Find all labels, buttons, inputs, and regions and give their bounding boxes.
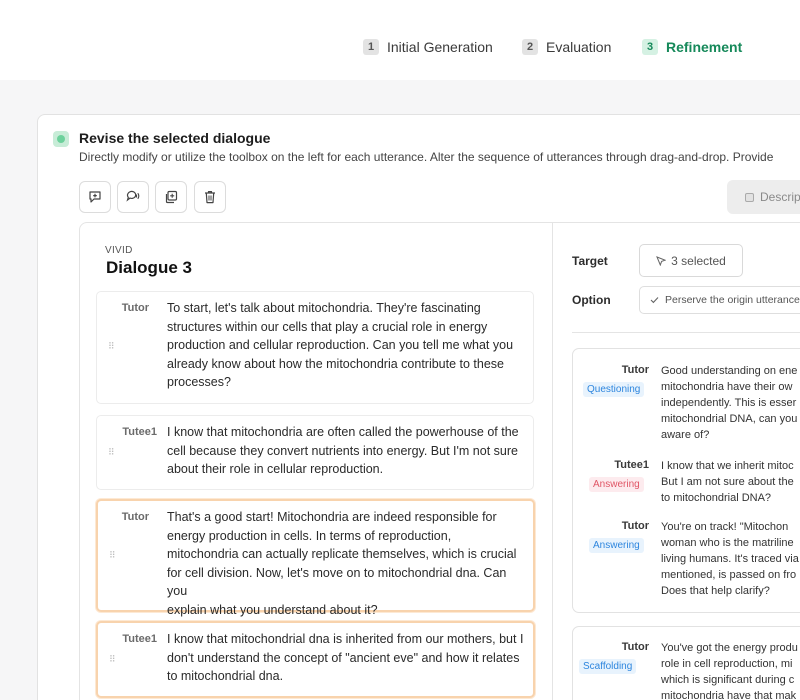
trash-icon [204, 190, 216, 204]
step-label: Evaluation [546, 39, 612, 55]
section-divider [572, 332, 800, 333]
drag-handle-icon[interactable]: ⠿ [109, 655, 116, 664]
turn-speaker: Tutor [621, 520, 649, 532]
target-select-value: 3 selected [671, 253, 726, 268]
step-evaluation[interactable]: 2 Evaluation [522, 39, 611, 55]
step-label: Refinement [666, 39, 743, 55]
utterance-text[interactable]: To start, let's talk about mitochondria.… [167, 299, 527, 392]
cursor-arrow-icon [656, 255, 667, 266]
top-bar: 1 Initial Generation 2 Evaluation 3 Refi… [0, 0, 800, 80]
duplicate-icon [164, 190, 178, 204]
utterance-text[interactable]: That's a good start! Mitochondria are in… [167, 508, 527, 620]
option-label: Option [572, 293, 611, 307]
turn-text: Good understanding on ene mitochondria h… [661, 365, 798, 441]
turn-text: You've got the energy produ role in cell… [661, 642, 798, 700]
turn-tag: Questioning [583, 382, 645, 397]
target-select-button[interactable]: 3 selected [639, 244, 743, 277]
utterance-text[interactable]: I know that mitochondria are often calle… [167, 423, 527, 479]
description-icon [745, 192, 754, 202]
option-select-value: Perserve the origin utterance [665, 294, 800, 306]
turn-speaker: Tutee1 [614, 459, 649, 471]
description-button[interactable]: Descript [727, 180, 800, 214]
drag-handle-icon[interactable]: ⠿ [108, 448, 115, 457]
refined-dialogue-card[interactable]: Tutor Scaffolding You've got the energy … [572, 626, 800, 700]
step-number: 2 [522, 39, 538, 55]
option-select[interactable]: Perserve the origin utterance [639, 286, 800, 314]
add-utterance-icon [88, 190, 102, 204]
card-title: Revise the selected dialogue [79, 130, 271, 146]
utterance-card-selected[interactable]: Tutor ⠿ That's a good start! Mitochondri… [96, 499, 535, 617]
speech-icon [125, 190, 141, 204]
step-refinement[interactable]: 3 Refinement [642, 39, 742, 55]
utterance-speaker: Tutee1 [122, 633, 157, 645]
turn-speaker: Tutor [621, 364, 649, 376]
step-label: Initial Generation [387, 39, 493, 55]
turn-tag: Scaffolding [579, 659, 637, 674]
utterance-text[interactable]: I know that mitochondrial dna is inherit… [167, 630, 527, 686]
utterance-card[interactable]: Tutor ⠿ To start, let's talk about mitoc… [96, 291, 534, 404]
step-number: 3 [642, 39, 658, 55]
turn-tag: Answering [589, 477, 644, 492]
refined-dialogue-card[interactable]: Tutor Questioning Good understanding on … [572, 348, 800, 613]
turn-speaker: Tutor [621, 641, 649, 653]
duplicate-button[interactable] [155, 181, 187, 213]
utterance-speaker: Tutee1 [122, 426, 157, 438]
step-initial-generation[interactable]: 1 Initial Generation [363, 39, 493, 55]
dialogue-source: VIVID [105, 245, 133, 256]
utterance-card[interactable]: Tutee1 ⠿ I know that mitochondria are of… [96, 415, 534, 490]
card-subtitle: Directly modify or utilize the toolbox o… [79, 150, 774, 164]
drag-handle-icon[interactable]: ⠿ [108, 342, 115, 351]
utterance-card-selected[interactable]: Tutee1 ⠿ I know that mitochondrial dna i… [96, 621, 535, 698]
turn-text: You're on track! "Mitochon woman who is … [661, 521, 799, 597]
target-label: Target [572, 254, 608, 268]
step-number: 1 [363, 39, 379, 55]
description-button-label: Descript [760, 190, 800, 204]
status-dot-icon [53, 131, 69, 147]
turn-tag: Answering [589, 538, 644, 553]
check-icon [650, 296, 659, 304]
speech-button[interactable] [117, 181, 149, 213]
utterance-speaker: Tutor [121, 511, 149, 523]
dialogue-title: Dialogue 3 [106, 258, 192, 277]
add-utterance-button[interactable] [79, 181, 111, 213]
panel-divider [552, 223, 553, 700]
drag-handle-icon[interactable]: ⠿ [109, 551, 116, 560]
utterance-speaker: Tutor [121, 302, 149, 314]
turn-text: I know that we inherit mitoc But I am no… [661, 460, 794, 504]
delete-button[interactable] [194, 181, 226, 213]
